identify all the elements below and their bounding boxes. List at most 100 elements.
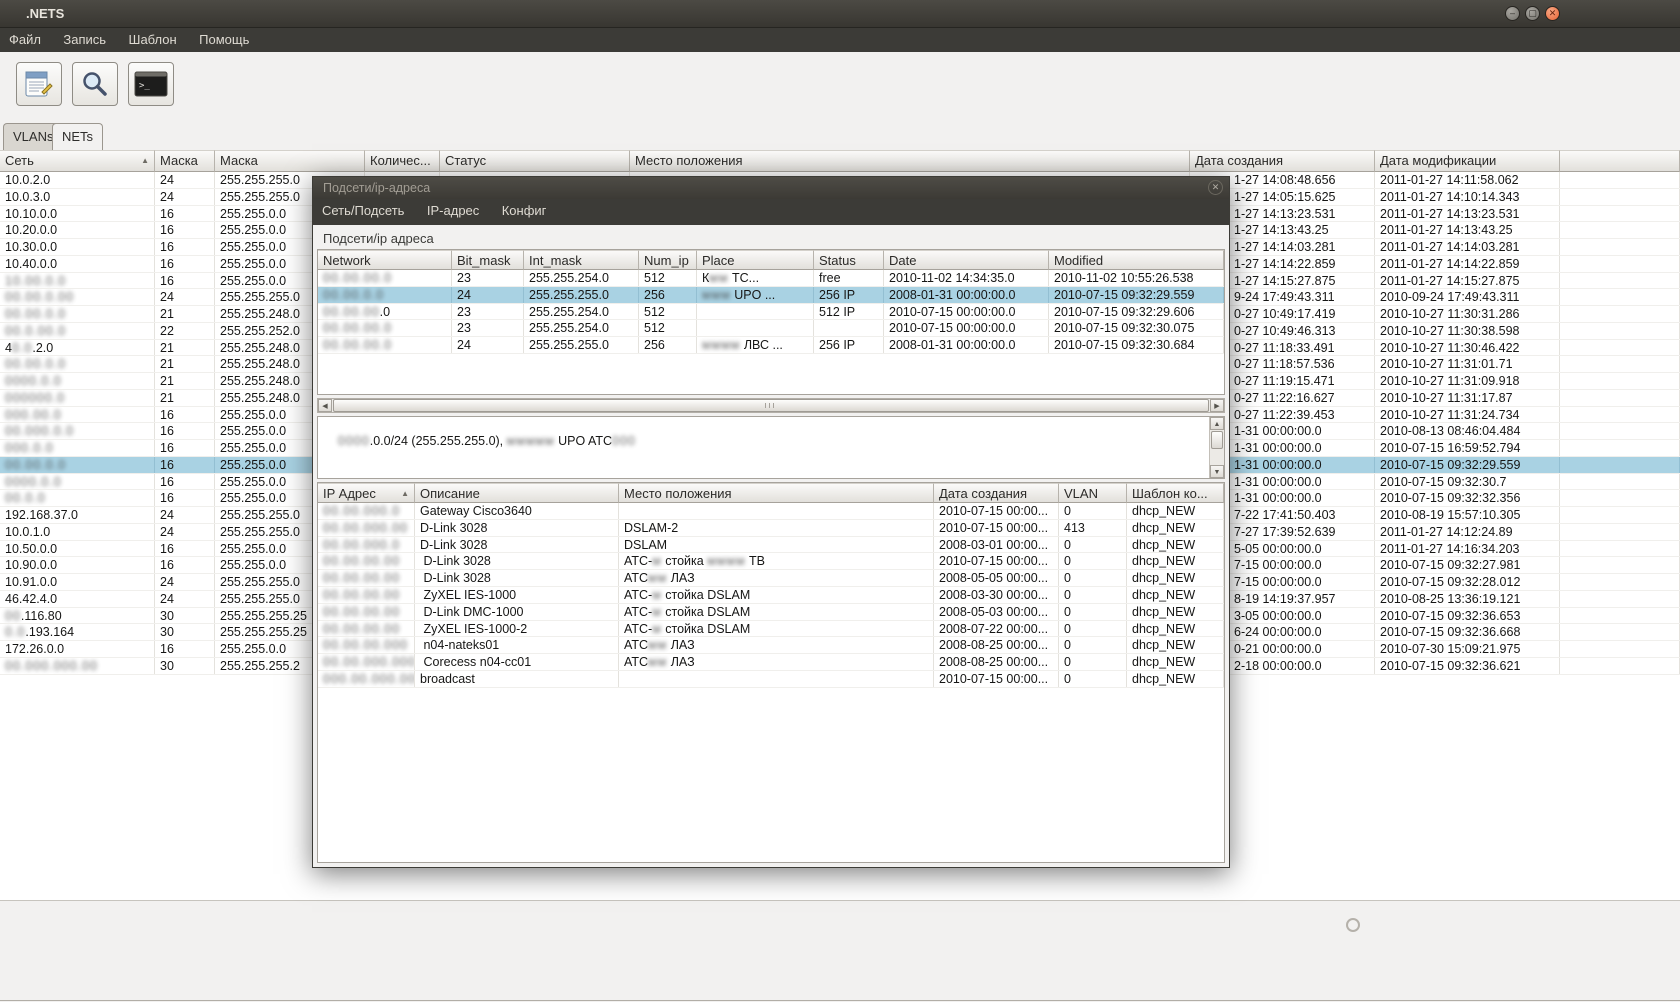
dialog-section-label: Подсети/ip адреса (323, 231, 434, 246)
cell: 46.42.4.0 (0, 591, 155, 607)
window-title: .NETS (26, 6, 64, 21)
scroll-up-icon[interactable]: ▲ (1210, 417, 1224, 430)
col-header-location[interactable]: Место положения (630, 150, 1190, 172)
censored-text: 00.00.0.0 (5, 357, 66, 371)
censored-text: 000000.0 (5, 391, 65, 405)
table-row[interactable]: 00.00.00.00 D-Link 3028АТС-м стойка мммм… (318, 553, 1224, 570)
censored-text: 00.00.000.0 (323, 538, 400, 552)
table-row[interactable]: 00.00.000.00D-Link 3028DSLAM-22010-07-15… (318, 520, 1224, 537)
censored-text: 000 (612, 434, 636, 448)
table-row[interactable]: 00.00.00.00 ZyXEL IES-1000АТС-м стойка D… (318, 587, 1224, 604)
minimize-icon[interactable]: – (1505, 6, 1520, 21)
cell: 2011-01-27 14:14:03.281 (1375, 239, 1560, 255)
col-header-network[interactable]: Network (318, 250, 452, 270)
col-header-bit-mask[interactable]: Bit_mask (452, 250, 524, 270)
scroll-down-icon[interactable]: ▼ (1210, 465, 1224, 478)
col-header-subnet-modified[interactable]: Modified (1049, 250, 1224, 270)
search-button[interactable] (72, 62, 118, 106)
cell: 2010-08-25 13:36:19.121 (1375, 591, 1560, 607)
cell: АТСмм ЛАЗ (619, 570, 934, 586)
cell: 255.255.254.0 (524, 304, 639, 320)
cell: 255.255.254.0 (524, 270, 639, 286)
col-header-modified[interactable]: Дата модификации (1375, 150, 1560, 172)
table-row[interactable]: 00.00.000.0D-Link 3028DSLAM2008-03-01 00… (318, 537, 1224, 554)
menu-record[interactable]: Запись (54, 28, 115, 52)
subnet-summary-textarea[interactable]: 0000.0.0/24 (255.255.255.0), ммммм UPO A… (317, 416, 1225, 479)
cell: 2010-07-15 09:32:36.668 (1375, 624, 1560, 640)
col-header-ip-location[interactable]: Место положения (619, 483, 934, 503)
col-header-int-mask[interactable]: Int_mask (524, 250, 639, 270)
cell: 2010-11-02 14:34:35.0 (884, 270, 1049, 286)
col-header-created[interactable]: Дата создания (1190, 150, 1375, 172)
menu-template[interactable]: Шаблон (120, 28, 186, 52)
cell: 2010-11-02 10:55:26.538 (1049, 270, 1224, 286)
dialog-titlebar[interactable]: Подсети/ip-адреса ✕ (313, 177, 1229, 199)
censored-text: 000.0.0 (5, 441, 54, 455)
dialog-menu-ip[interactable]: IP-адрес (418, 199, 488, 223)
table-row[interactable]: 00.00.00.00 D-Link 3028АТСмм ЛАЗ2008-05-… (318, 570, 1224, 587)
table-row[interactable]: 00.00.00.023255.255.254.05122010-07-15 0… (318, 320, 1224, 337)
table-row[interactable]: 00.00.000.0Gateway Cisco36402010-07-15 0… (318, 503, 1224, 520)
cell: 16 (155, 239, 215, 255)
table-row[interactable]: 000.00.000.000broadcast2010-07-15 00:00.… (318, 671, 1224, 688)
cell: 16 (155, 641, 215, 657)
scroll-right-icon[interactable]: ▶ (1210, 399, 1224, 412)
censored-text: 00.00.0.0 (5, 307, 66, 321)
vertical-scrollbar[interactable]: ▲ ▼ (1209, 417, 1224, 478)
scroll-left-icon[interactable]: ◀ (318, 399, 332, 412)
col-header-subnet-status[interactable]: Status (814, 250, 884, 270)
col-header-count[interactable]: Количес... (365, 150, 440, 172)
col-header-mask[interactable]: Маска (215, 150, 365, 172)
cell (1560, 172, 1680, 188)
resize-grip[interactable] (1346, 918, 1360, 932)
censored-text: 00.00.00.00 (323, 571, 400, 585)
table-row[interactable]: 00.00.00.00 ZyXEL IES-1000-2АТС-м стойка… (318, 621, 1224, 638)
table-row[interactable]: 00.00.00.000 n04-nateks01АТСмм ЛАЗ2008-0… (318, 637, 1224, 654)
scrollbar-grip (765, 403, 777, 408)
col-header-template[interactable]: Шаблон ко... (1127, 483, 1224, 503)
status-bar (0, 900, 1680, 1001)
window-titlebar[interactable]: .NETS – ▢ ✕ (0, 0, 1680, 28)
col-header-ip[interactable]: IP Адрес▲ (318, 483, 415, 503)
cell: DSLAM (619, 537, 934, 553)
close-icon[interactable]: ✕ (1545, 6, 1560, 21)
table-row[interactable]: 00.00.00.024255.255.255.0256мммм ЛВС ...… (318, 337, 1224, 354)
cell: 2011-01-27 14:16:34.203 (1375, 541, 1560, 557)
records-button[interactable] (16, 62, 62, 106)
table-row[interactable]: 00.00.00.023255.255.254.0512512 IP2010-0… (318, 304, 1224, 321)
dialog-menu-subnet[interactable]: Сеть/Подсеть (313, 199, 413, 223)
scrollbar-thumb[interactable] (333, 399, 1209, 412)
col-header-place[interactable]: Place (697, 250, 814, 270)
dialog-menu-config[interactable]: Конфиг (493, 199, 556, 223)
col-header-description[interactable]: Описание (415, 483, 619, 503)
dialog-close-icon[interactable]: ✕ (1208, 180, 1223, 195)
menu-help[interactable]: Помощь (190, 28, 258, 52)
col-header-num-ip[interactable]: Num_ip (639, 250, 697, 270)
censored-text: м (652, 554, 662, 568)
maximize-icon[interactable]: ▢ (1525, 6, 1540, 21)
col-header-net[interactable]: Сеть▲ (0, 150, 155, 172)
col-header-ip-created[interactable]: Дата создания (934, 483, 1059, 503)
terminal-button[interactable]: >_ (128, 62, 174, 106)
horizontal-scrollbar[interactable]: ◀ ▶ (317, 398, 1225, 413)
tab-nets[interactable]: NETs (52, 123, 103, 150)
menu-file[interactable]: Файл (0, 28, 50, 52)
cell: 23 (452, 304, 524, 320)
col-header-vlan[interactable]: VLAN (1059, 483, 1127, 503)
col-header-date[interactable]: Date (884, 250, 1049, 270)
cell: 2008-05-05 00:00... (934, 570, 1059, 586)
table-row[interactable]: 00.00.00.023255.255.254.0512Кмм ТС...fre… (318, 270, 1224, 287)
sort-asc-icon: ▲ (401, 489, 409, 498)
scrollbar-thumb[interactable] (1211, 431, 1223, 449)
cell: 000000.0 (0, 390, 155, 406)
col-header-mask-bits[interactable]: Маска (155, 150, 215, 172)
cell: dhcp_NEW (1127, 537, 1224, 553)
cell: 00.116.80 (0, 608, 155, 624)
table-row[interactable]: 00.00.00.00 D-Link DMC-1000АТС-м стойка … (318, 604, 1224, 621)
cell: 24 (155, 591, 215, 607)
col-header-status[interactable]: Статус (440, 150, 630, 172)
cell: 2008-07-22 00:00... (934, 621, 1059, 637)
cell: 00.00.0.0 (0, 306, 155, 322)
table-row[interactable]: 00.00.0.024255.255.255.0256ммм UPO ...25… (318, 287, 1224, 304)
table-row[interactable]: 00.00.000.000 Corecess n04-cc01АТСмм ЛАЗ… (318, 654, 1224, 671)
